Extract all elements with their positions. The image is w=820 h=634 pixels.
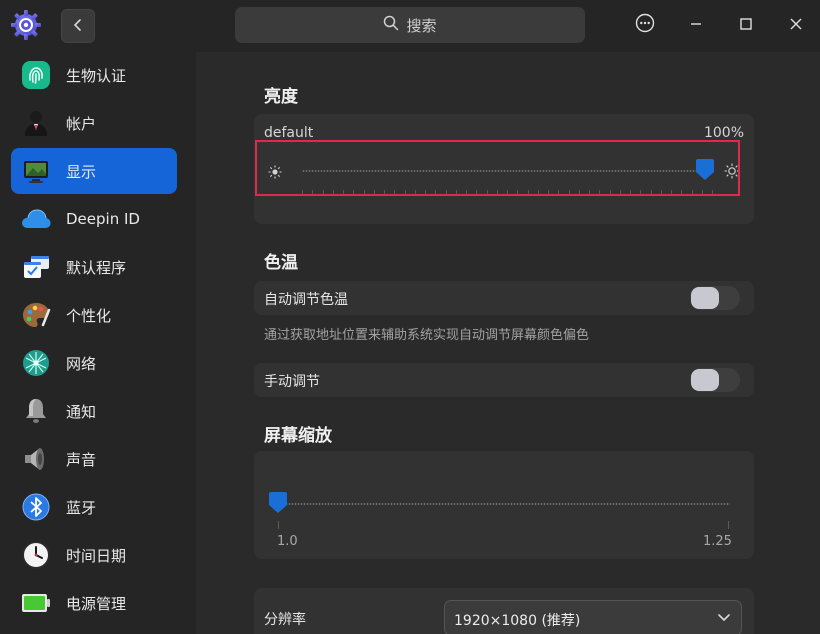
scaling-max-label: 1.25	[703, 534, 732, 549]
sidebar-item-biometrics[interactable]: 生物认证	[11, 52, 177, 98]
more-icon	[635, 13, 655, 37]
scaling-title: 屏幕缩放	[264, 426, 332, 446]
sidebar-item-label: 蓝牙	[66, 498, 97, 517]
sidebar-item-personalization[interactable]: 个性化	[11, 292, 177, 338]
settings-window: 搜索 生物认证 帐户 显示 Deepin ID 默认程序 个性化 网络 通知 声…	[0, 0, 820, 634]
sidebar-item-default-apps[interactable]: 默认程序	[11, 244, 177, 290]
sidebar-item-label: 网络	[66, 354, 97, 373]
close-icon	[789, 16, 803, 35]
sidebar-item-label: Deepin ID	[66, 210, 140, 228]
settings-gear-icon	[10, 9, 42, 41]
resolution-select[interactable]: 1920×1080 (推荐)	[444, 600, 742, 634]
resolution-selected-value: 1920×1080 (推荐)	[454, 613, 581, 629]
scaling-slider-handle[interactable]	[268, 492, 288, 514]
account-icon	[19, 106, 53, 140]
toggle-knob	[691, 287, 719, 309]
cloud-icon	[19, 202, 53, 236]
sidebar-item-power[interactable]: 电源管理	[11, 580, 177, 626]
close-button[interactable]	[781, 10, 811, 40]
sidebar-item-label: 声音	[66, 450, 97, 469]
highlight-box	[255, 140, 740, 196]
scaling-tick-min	[278, 521, 279, 529]
resolution-label: 分辨率	[264, 612, 306, 628]
monitor-name: default	[264, 125, 314, 141]
brightness-value: 100%	[703, 125, 744, 141]
search-placeholder: 搜索	[406, 16, 437, 35]
scaling-min-label: 1.0	[277, 534, 298, 549]
sidebar-item-label: 显示	[66, 162, 97, 181]
sidebar-item-bluetooth[interactable]: 蓝牙	[11, 484, 177, 530]
display-settings-panel: 亮度 default 100% 色温 自动调节色温 通过获取地址位置来辅助系统实…	[196, 52, 820, 634]
display-icon	[19, 154, 53, 188]
auto-color-temp-toggle[interactable]	[690, 286, 740, 310]
sidebar-item-sound[interactable]: 声音	[11, 436, 177, 482]
palette-icon	[19, 298, 53, 332]
scaling-tick-max	[728, 521, 729, 529]
sidebar-item-label: 通知	[66, 402, 97, 421]
sidebar-item-datetime[interactable]: 时间日期	[11, 532, 177, 578]
sidebar-item-notifications[interactable]: 通知	[11, 388, 177, 434]
chevron-left-icon	[72, 17, 84, 36]
sidebar-item-label: 帐户	[66, 114, 97, 133]
color-temp-title: 色温	[264, 253, 298, 273]
sidebar-item-label: 默认程序	[66, 258, 127, 277]
chevron-down-icon	[717, 612, 731, 628]
network-icon	[19, 346, 53, 380]
search-input[interactable]: 搜索	[235, 7, 585, 43]
search-icon	[383, 15, 399, 35]
sidebar-item-display[interactable]: 显示	[11, 148, 177, 194]
back-button[interactable]	[61, 9, 95, 43]
sidebar-item-deepin-id[interactable]: Deepin ID	[11, 196, 177, 242]
auto-color-temp-hint: 通过获取地址位置来辅助系统实现自动调节屏幕颜色偏色	[264, 328, 590, 343]
bell-icon	[19, 394, 53, 428]
scaling-card: 1.0 1.25	[254, 451, 754, 559]
minimize-icon	[689, 16, 703, 35]
bluetooth-icon	[19, 490, 53, 524]
manual-color-temp-row: 手动调节	[254, 363, 754, 397]
fingerprint-icon	[19, 58, 53, 92]
manual-color-temp-label: 手动调节	[264, 374, 320, 390]
minimize-button[interactable]	[681, 10, 711, 40]
sidebar-item-label: 电源管理	[66, 594, 127, 613]
sidebar-item-label: 生物认证	[66, 66, 127, 85]
maximize-button[interactable]	[731, 10, 761, 40]
more-options-button[interactable]	[630, 10, 660, 40]
default-apps-icon	[19, 250, 53, 284]
sidebar: 生物认证 帐户 显示 Deepin ID 默认程序 个性化 网络 通知 声音 蓝…	[0, 52, 188, 634]
clock-icon	[19, 538, 53, 572]
battery-icon	[19, 586, 53, 620]
maximize-icon	[739, 16, 753, 35]
titlebar: 搜索	[0, 0, 820, 52]
toggle-knob	[691, 369, 719, 391]
sidebar-item-label: 个性化	[66, 306, 112, 325]
speaker-icon	[19, 442, 53, 476]
brightness-title: 亮度	[264, 87, 298, 107]
scaling-slider-track[interactable]	[276, 503, 730, 505]
auto-color-temp-label: 自动调节色温	[264, 292, 348, 308]
sidebar-item-label: 时间日期	[66, 546, 127, 565]
sidebar-item-network[interactable]: 网络	[11, 340, 177, 386]
auto-color-temp-row: 自动调节色温	[254, 281, 754, 315]
sidebar-item-accounts[interactable]: 帐户	[11, 100, 177, 146]
manual-color-temp-toggle[interactable]	[690, 368, 740, 392]
